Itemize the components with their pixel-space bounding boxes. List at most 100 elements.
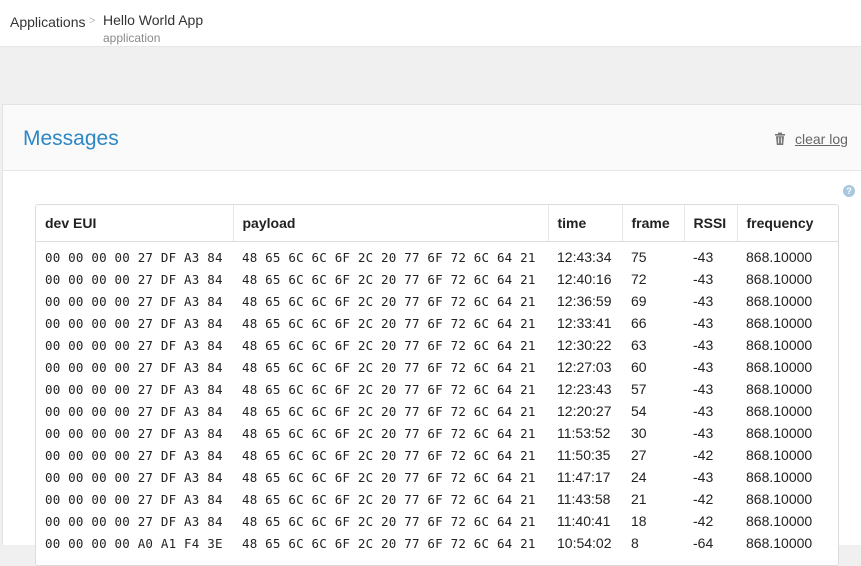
cell-frame: 57 bbox=[631, 381, 647, 397]
table-row: 00 00 00 00 27 DF A3 84 48 65 6C 6C 6F 2C… bbox=[36, 444, 838, 466]
cell-rssi: -42 bbox=[693, 491, 714, 507]
cell-payload: 48 65 6C 6C 6F 2C 20 77 6F 72 6C 64 21 bbox=[242, 293, 536, 309]
table-row: 00 00 00 00 27 DF A3 84 48 65 6C 6C 6F 2C… bbox=[36, 422, 838, 444]
messages-table-container: dev EUI payload time frame RSSI frequency 00 … bbox=[35, 204, 839, 566]
cell-payload: 48 65 6C 6C 6F 2C 20 77 6F 72 6C 64 21 bbox=[242, 337, 536, 353]
top-bar: Applications > Hello World App applicati… bbox=[0, 0, 861, 47]
cell-rssi: -43 bbox=[693, 315, 714, 331]
cell-rssi: -43 bbox=[693, 425, 714, 441]
cell-payload: 48 65 6C 6C 6F 2C 20 77 6F 72 6C 64 21 bbox=[242, 491, 536, 507]
cell-rssi: -43 bbox=[693, 469, 714, 485]
cell-frequency: 868.10000 bbox=[746, 535, 813, 551]
cell-frequency: 868.10000 bbox=[746, 249, 813, 265]
cell-dev-eui: 00 00 00 00 27 DF A3 84 bbox=[45, 491, 223, 507]
cell-payload: 48 65 6C 6C 6F 2C 20 77 6F 72 6C 64 21 bbox=[242, 249, 536, 265]
cell-frame: 75 bbox=[631, 249, 647, 265]
cell-rssi: -42 bbox=[693, 447, 714, 463]
cell-payload: 48 65 6C 6C 6F 2C 20 77 6F 72 6C 64 21 bbox=[242, 403, 536, 419]
cell-payload: 48 65 6C 6C 6F 2C 20 77 6F 72 6C 64 21 bbox=[242, 359, 536, 375]
cell-payload: 48 65 6C 6C 6F 2C 20 77 6F 72 6C 64 21 bbox=[242, 469, 536, 485]
cell-dev-eui: 00 00 00 00 27 DF A3 84 bbox=[45, 469, 223, 485]
cell-frequency: 868.10000 bbox=[746, 293, 813, 309]
cell-frequency: 868.10000 bbox=[746, 513, 813, 529]
clear-log-button[interactable]: clear log bbox=[773, 131, 848, 147]
cell-frequency: 868.10000 bbox=[746, 403, 813, 419]
breadcrumb-applications-link[interactable]: Applications bbox=[10, 14, 86, 30]
column-header-frequency: frequency bbox=[737, 205, 838, 242]
cell-time: 11:40:41 bbox=[557, 513, 611, 529]
cell-frequency: 868.10000 bbox=[746, 447, 813, 463]
cell-frame: 30 bbox=[631, 425, 647, 441]
cell-time: 12:43:34 bbox=[557, 249, 612, 265]
cell-rssi: -43 bbox=[693, 337, 714, 353]
cell-frame: 54 bbox=[631, 403, 647, 419]
cell-time: 11:47:17 bbox=[557, 469, 611, 485]
table-row: 00 00 00 00 27 DF A3 84 48 65 6C 6C 6F 2C… bbox=[36, 378, 838, 400]
cell-payload: 48 65 6C 6C 6F 2C 20 77 6F 72 6C 64 21 bbox=[242, 425, 536, 441]
cell-dev-eui: 00 00 00 00 27 DF A3 84 bbox=[45, 403, 223, 419]
cell-dev-eui: 00 00 00 00 27 DF A3 84 bbox=[45, 359, 223, 375]
panel-title: Messages bbox=[23, 127, 119, 150]
cell-time: 11:50:35 bbox=[557, 447, 611, 463]
cell-dev-eui: 00 00 00 00 27 DF A3 84 bbox=[45, 513, 223, 529]
column-header-payload: payload bbox=[233, 205, 549, 242]
cell-frame: 18 bbox=[631, 513, 647, 529]
column-header-rssi: RSSI bbox=[684, 205, 738, 242]
cell-time: 12:33:41 bbox=[557, 315, 612, 331]
cell-time: 12:40:16 bbox=[557, 271, 612, 287]
cell-time: 11:43:58 bbox=[557, 491, 611, 507]
cell-rssi: -43 bbox=[693, 359, 714, 375]
cell-frequency: 868.10000 bbox=[746, 315, 813, 331]
table-row: 00 00 00 00 27 DF A3 84 48 65 6C 6C 6F 2C… bbox=[36, 510, 838, 532]
cell-time: 12:36:59 bbox=[557, 293, 612, 309]
cell-rssi: -43 bbox=[693, 271, 714, 287]
cell-dev-eui: 00 00 00 00 27 DF A3 84 bbox=[45, 315, 223, 331]
cell-rssi: -43 bbox=[693, 293, 714, 309]
table-body: 00 00 00 00 27 DF A3 84 48 65 6C 6C 6F 2C… bbox=[36, 242, 838, 555]
cell-time: 10:54:02 bbox=[557, 535, 612, 551]
cell-frame: 72 bbox=[631, 271, 647, 287]
cell-frame: 21 bbox=[631, 491, 647, 507]
cell-time: 12:20:27 bbox=[557, 403, 612, 419]
cell-time: 12:23:43 bbox=[557, 381, 612, 397]
cell-frequency: 868.10000 bbox=[746, 381, 813, 397]
cell-payload: 48 65 6C 6C 6F 2C 20 77 6F 72 6C 64 21 bbox=[242, 381, 536, 397]
cell-dev-eui: 00 00 00 00 27 DF A3 84 bbox=[45, 447, 223, 463]
table-row: 00 00 00 00 27 DF A3 84 48 65 6C 6C 6F 2C… bbox=[36, 334, 838, 356]
cell-frequency: 868.10000 bbox=[746, 271, 813, 287]
column-header-frame: frame bbox=[622, 205, 685, 242]
cell-payload: 48 65 6C 6C 6F 2C 20 77 6F 72 6C 64 21 bbox=[242, 447, 536, 463]
breadcrumb-current-subtitle: application bbox=[103, 31, 161, 45]
cell-frame: 24 bbox=[631, 469, 647, 485]
table-row: 00 00 00 00 27 DF A3 84 48 65 6C 6C 6F 2C… bbox=[36, 488, 838, 510]
cell-time: 11:53:52 bbox=[557, 425, 611, 441]
cell-time: 12:27:03 bbox=[557, 359, 612, 375]
cell-frame: 63 bbox=[631, 337, 647, 353]
cell-frame: 27 bbox=[631, 447, 647, 463]
cell-dev-eui: 00 00 00 00 A0 A1 F4 3E bbox=[45, 535, 223, 551]
messages-table: dev EUI payload time frame RSSI frequency 00 … bbox=[36, 205, 838, 554]
cell-time: 12:30:22 bbox=[557, 337, 612, 353]
cell-frame: 69 bbox=[631, 293, 647, 309]
cell-payload: 48 65 6C 6C 6F 2C 20 77 6F 72 6C 64 21 bbox=[242, 315, 536, 331]
cell-frame: 66 bbox=[631, 315, 647, 331]
table-row: 00 00 00 00 27 DF A3 84 48 65 6C 6C 6F 2C… bbox=[36, 400, 838, 422]
trash-icon bbox=[775, 132, 785, 145]
cell-dev-eui: 00 00 00 00 27 DF A3 84 bbox=[45, 293, 223, 309]
messages-panel: Messages clear log ? dev EUI payload tim… bbox=[2, 104, 861, 566]
help-icon[interactable]: ? bbox=[843, 185, 855, 197]
messages-panel-header: Messages clear log bbox=[3, 105, 861, 171]
cell-payload: 48 65 6C 6C 6F 2C 20 77 6F 72 6C 64 21 bbox=[242, 535, 536, 551]
column-header-dev-eui: dev EUI bbox=[36, 205, 234, 242]
column-header-time: time bbox=[548, 205, 623, 242]
table-row: 00 00 00 00 27 DF A3 84 48 65 6C 6C 6F 2C… bbox=[36, 290, 838, 312]
cell-rssi: -64 bbox=[693, 535, 714, 551]
cell-dev-eui: 00 00 00 00 27 DF A3 84 bbox=[45, 337, 223, 353]
cell-dev-eui: 00 00 00 00 27 DF A3 84 bbox=[45, 271, 223, 287]
cell-dev-eui: 00 00 00 00 27 DF A3 84 bbox=[45, 425, 223, 441]
cell-dev-eui: 00 00 00 00 27 DF A3 84 bbox=[45, 381, 223, 397]
cell-rssi: -43 bbox=[693, 403, 714, 419]
breadcrumb-separator: > bbox=[89, 15, 96, 27]
table-row: 00 00 00 00 27 DF A3 84 48 65 6C 6C 6F 2C… bbox=[36, 268, 838, 290]
table-row: 00 00 00 00 27 DF A3 84 48 65 6C 6C 6F 2C… bbox=[36, 356, 838, 378]
